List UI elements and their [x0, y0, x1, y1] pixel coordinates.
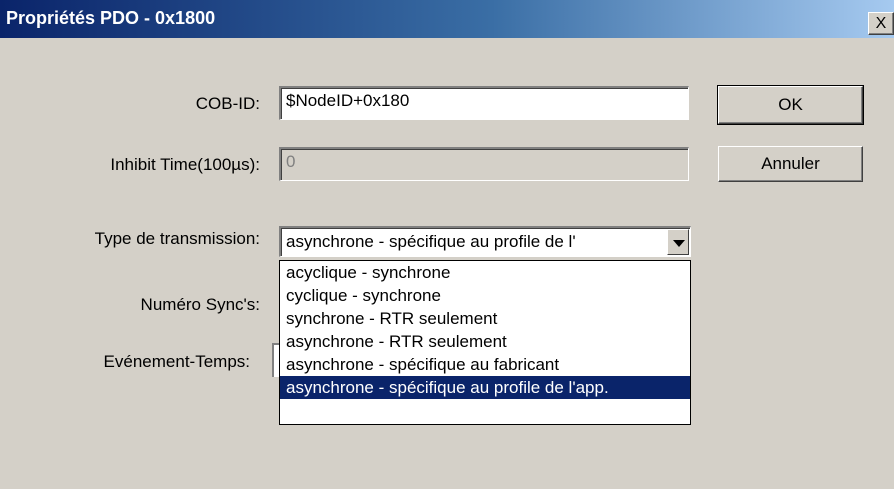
chevron-down-icon[interactable] — [667, 229, 689, 255]
event-time-label: Evénement-Temps: — [103, 352, 250, 371]
dropdown-option[interactable]: cyclique - synchrone — [280, 284, 690, 307]
cob-id-value: $NodeID+0x180 — [286, 91, 410, 110]
dropdown-option-selected[interactable]: asynchrone - spécifique au profile de l'… — [280, 376, 690, 399]
inhibit-time-input: 0 — [279, 147, 689, 181]
transmission-type-select[interactable]: asynchrone - spécifique au profile de l' — [279, 226, 691, 257]
transmission-type-label: Type de transmission: — [94, 229, 260, 248]
dropdown-option[interactable]: asynchrone - RTR seulement — [280, 330, 690, 353]
cob-id-input[interactable]: $NodeID+0x180 — [279, 86, 689, 120]
ok-button[interactable]: OK — [717, 85, 864, 125]
cancel-button[interactable]: Annuler — [718, 146, 863, 182]
transmission-type-dropdown[interactable]: acyclique - synchrone cyclique - synchro… — [279, 260, 691, 425]
close-icon: X — [875, 15, 887, 32]
inhibit-time-label: Inhibit Time(100µs): — [110, 155, 260, 174]
dropdown-option[interactable]: synchrone - RTR seulement — [280, 307, 690, 330]
window-title: Propriétés PDO - 0x1800 — [6, 8, 216, 28]
dropdown-option[interactable]: acyclique - synchrone — [280, 261, 690, 284]
close-button[interactable]: X — [868, 12, 894, 35]
dropdown-option[interactable]: asynchrone - spécifique au fabricant — [280, 353, 690, 376]
title-bar: Propriétés PDO - 0x1800 X — [0, 0, 894, 38]
cob-id-label: COB-ID: — [195, 94, 260, 113]
inhibit-time-value: 0 — [286, 152, 296, 171]
transmission-type-value: asynchrone - spécifique au profile de l' — [286, 232, 576, 251]
sync-number-label: Numéro Sync's: — [140, 295, 260, 314]
